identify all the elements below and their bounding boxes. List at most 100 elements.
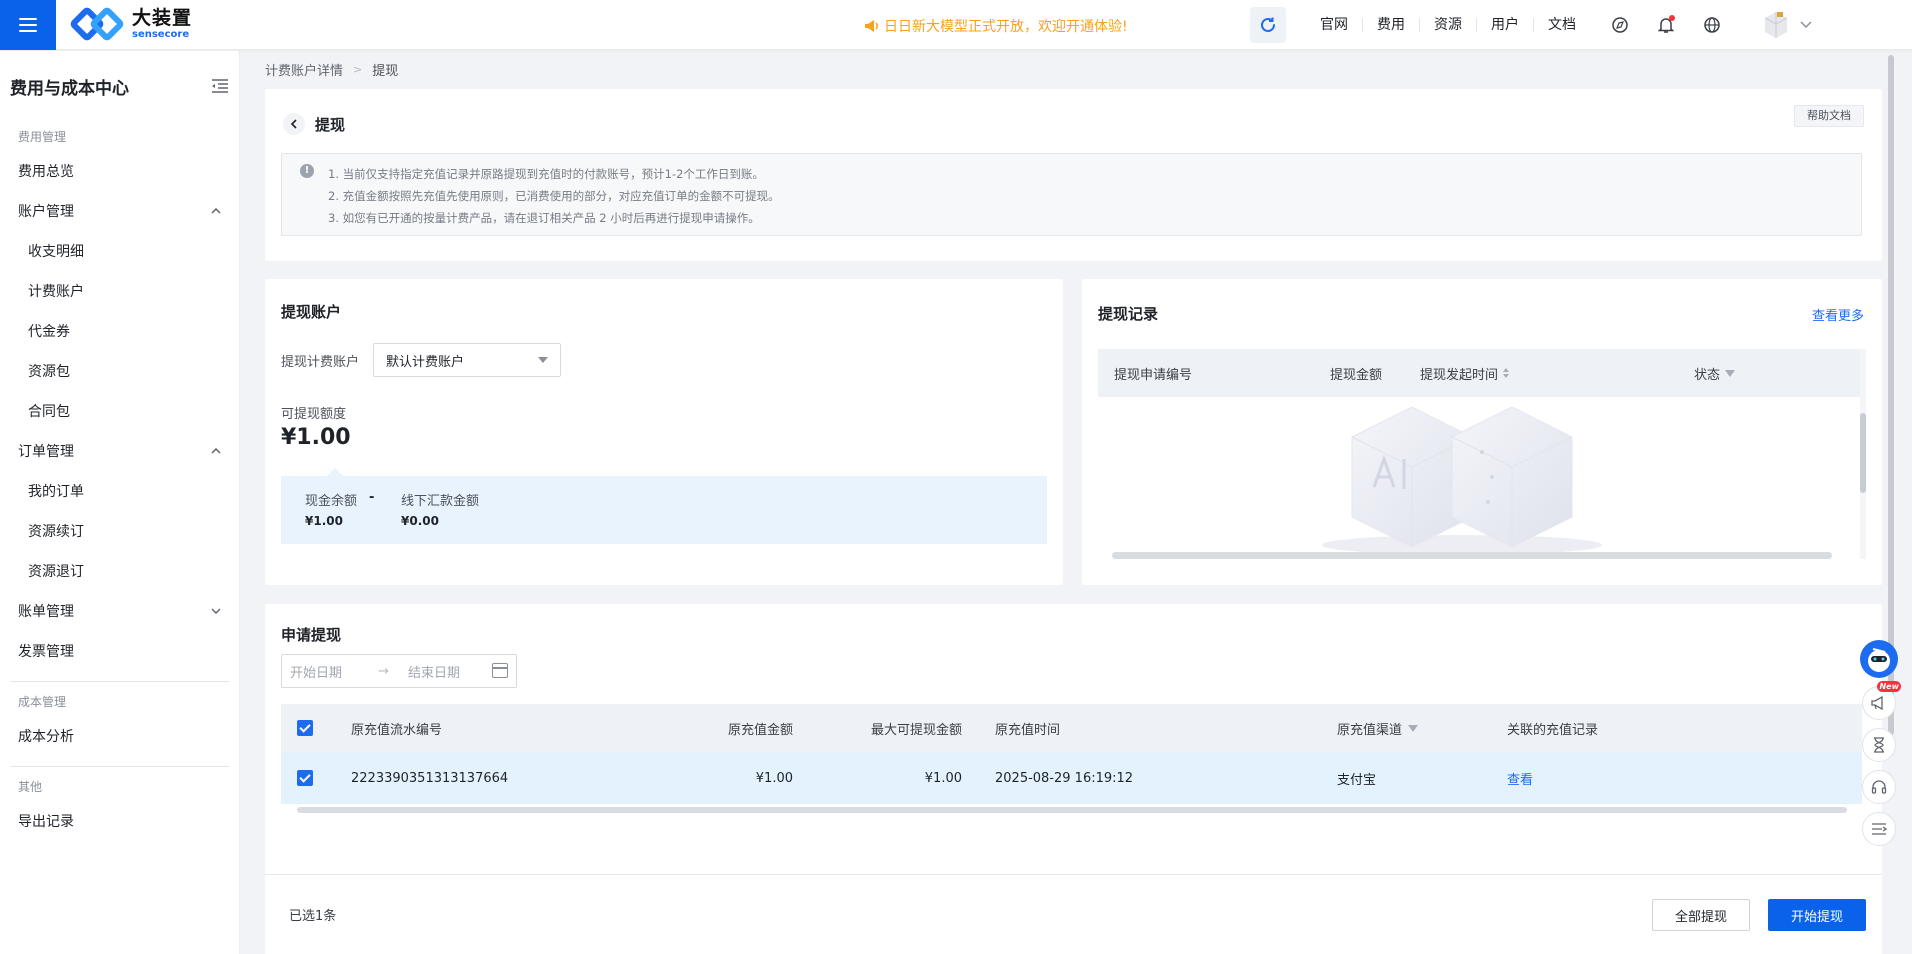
bell-icon[interactable]: [1656, 15, 1676, 35]
chevron-up-icon: [211, 448, 221, 454]
sidebar-item-invoice-mgmt[interactable]: 发票管理: [0, 631, 239, 671]
withdraw-header-card: 提现 帮助文档 ! 1. 当前仅支持指定充值记录并原路提现到充值时的付款账号，预…: [265, 89, 1882, 261]
page-scrollbar[interactable]: [1888, 55, 1894, 735]
sidebar-item-my-orders[interactable]: 我的订单: [0, 471, 239, 511]
sidebar-item-billing-account[interactable]: 计费账户: [0, 271, 239, 311]
list-icon: [1872, 823, 1887, 835]
chevron-left-icon: [290, 119, 297, 129]
view-record-link[interactable]: 查看: [1507, 752, 1533, 804]
breadcrumb: 计费账户详情 > 提现: [265, 60, 398, 79]
col-original-amount: 原充值金额: [727, 722, 793, 738]
sidebar-item-account-mgmt[interactable]: 账户管理: [0, 191, 239, 231]
nav-user[interactable]: 用户: [1477, 18, 1534, 32]
page-title: 提现: [315, 115, 346, 134]
end-date-input[interactable]: 结束日期: [408, 662, 496, 681]
breadcrumb-parent[interactable]: 计费账户详情: [265, 60, 343, 79]
sidebar-group-cost: 成本管理: [18, 695, 67, 709]
support-button[interactable]: [1862, 770, 1896, 804]
minus-sign: -: [369, 490, 375, 505]
nav-docs[interactable]: 文档: [1534, 18, 1590, 32]
col-amount: 提现金额: [1330, 367, 1383, 383]
date-range-picker[interactable]: 开始日期 → 结束日期: [281, 654, 517, 688]
withdraw-account-card: 提现账户 提现计费账户 默认计费账户 可提现额度 ¥1.00 现金余额 - ¥1…: [265, 279, 1063, 585]
logo-title: 大装置: [132, 6, 193, 29]
col-status[interactable]: 状态: [1694, 364, 1736, 383]
sidebar-item-export-records[interactable]: 导出记录: [0, 801, 239, 841]
notification-dot: [1669, 15, 1675, 21]
nav-fee[interactable]: 费用: [1363, 18, 1420, 32]
globe-icon[interactable]: [1702, 15, 1722, 35]
floating-toolbar: New: [1860, 640, 1901, 846]
filter-icon: [1408, 724, 1419, 732]
filter-icon: [1725, 369, 1736, 377]
col-initiated-time[interactable]: 提现发起时间: [1420, 364, 1510, 383]
announcement[interactable]: 日日新大模型正式开放，欢迎开通体验!: [864, 16, 1128, 36]
col-serial: 原充值流水编号: [351, 722, 443, 738]
start-date-input[interactable]: 开始日期: [290, 662, 378, 681]
row-checkbox[interactable]: [297, 770, 313, 786]
announcement-float-button[interactable]: New: [1862, 681, 1901, 720]
account-select[interactable]: 默认计费账户: [373, 343, 562, 377]
sidebar-item-renewals[interactable]: 资源续订: [0, 511, 239, 551]
refresh-button[interactable]: [1250, 7, 1286, 43]
table-row[interactable]: 2223390351313137664 ¥1.00 ¥1.00 2025-08-…: [281, 752, 1862, 804]
withdraw-records-card: 提现记录 查看更多 提现申请编号 提现金额 提现发起时间 状态: [1082, 279, 1882, 585]
account-select-value: 默认计费账户: [386, 354, 465, 370]
help-docs-button[interactable]: 帮助文档: [1794, 105, 1864, 127]
sidebar-item-fee-overview[interactable]: 费用总览: [0, 151, 239, 191]
user-menu[interactable]: [1762, 10, 1812, 40]
view-more-link[interactable]: 查看更多: [1812, 305, 1864, 324]
logo-subtitle: sensecore: [132, 28, 190, 40]
records-vertical-scrollbar[interactable]: [1860, 413, 1866, 493]
calendar-icon: [492, 663, 508, 678]
records-table-header: 提现申请编号 提现金额 提现发起时间 状态: [1098, 349, 1866, 397]
withdraw-account-title: 提现账户: [281, 303, 342, 321]
chevron-down-icon: [1800, 21, 1812, 29]
menu-toggle-button[interactable]: [0, 0, 56, 50]
logo[interactable]: 大装置 sensecore: [68, 5, 193, 43]
assistant-bot-icon[interactable]: [1860, 640, 1898, 678]
balance-breakdown: 现金余额 - ¥1.00 线下汇款金额 ¥0.00: [281, 468, 1047, 544]
sidebar-item-resource-packs[interactable]: 资源包: [0, 351, 239, 391]
records-horizontal-scrollbar[interactable]: [1112, 552, 1832, 559]
compass-icon[interactable]: [1610, 15, 1630, 35]
info-icon: !: [300, 164, 314, 178]
collapse-sidebar-icon[interactable]: [211, 78, 229, 94]
row-amount: ¥1.00: [755, 770, 793, 786]
back-button[interactable]: [283, 113, 305, 135]
withdraw-all-button[interactable]: 全部提现: [1652, 899, 1750, 931]
apply-title: 申请提现: [281, 626, 342, 644]
sidebar-group-other: 其他: [18, 780, 43, 794]
nav-website[interactable]: 官网: [1306, 18, 1363, 32]
start-withdraw-button[interactable]: 开始提现: [1768, 899, 1866, 931]
sidebar-item-order-mgmt[interactable]: 订单管理: [0, 431, 239, 471]
sidebar-item-bill-mgmt[interactable]: 账单管理: [0, 591, 239, 631]
available-label: 可提现额度: [281, 407, 347, 422]
row-max: ¥1.00: [924, 770, 962, 786]
footer-action-bar: 已选1条 全部提现 开始提现: [265, 874, 1882, 954]
top-nav: 官网 费用 资源 用户 文档: [1250, 0, 1812, 50]
apply-horizontal-scrollbar[interactable]: [297, 807, 1847, 813]
notice-line: 2. 充值金额按照先充值先使用原则，已消费使用的部分，对应充值订单的金额不可提现…: [328, 189, 780, 203]
sidebar-item-vouchers[interactable]: 代金券: [0, 311, 239, 351]
hamburger-icon: [19, 18, 37, 32]
chevron-up-icon: [211, 208, 221, 214]
sidebar-item-transactions[interactable]: 收支明细: [0, 231, 239, 271]
sidebar-item-cost-analysis[interactable]: 成本分析: [0, 716, 239, 756]
col-related-records: 关联的充值记录: [1507, 722, 1599, 738]
sidebar-divider: [10, 681, 229, 682]
sidebar-item-unsubscribe[interactable]: 资源退订: [0, 551, 239, 591]
hourglass-button[interactable]: [1862, 728, 1896, 762]
new-badge: New: [1877, 681, 1901, 692]
nav-resource[interactable]: 资源: [1420, 18, 1477, 32]
notice-box: ! 1. 当前仅支持指定充值记录并原路提现到充值时的付款账号，预计1-2个工作日…: [281, 153, 1862, 236]
select-all-checkbox[interactable]: [297, 720, 313, 736]
offline-amount-label: 线下汇款金额: [401, 494, 480, 509]
row-time: 2025-08-29 16:19:12: [995, 770, 1134, 786]
available-value: ¥1.00: [281, 425, 351, 450]
sidebar-item-contract-packs[interactable]: 合同包: [0, 391, 239, 431]
sidebar-group-fee: 费用管理: [18, 130, 67, 144]
menu-float-button[interactable]: [1862, 812, 1896, 846]
top-bar: 大装置 sensecore 日日新大模型正式开放，欢迎开通体验! 官网 费用 资…: [0, 0, 1912, 50]
col-channel[interactable]: 原充值渠道: [1337, 704, 1419, 752]
